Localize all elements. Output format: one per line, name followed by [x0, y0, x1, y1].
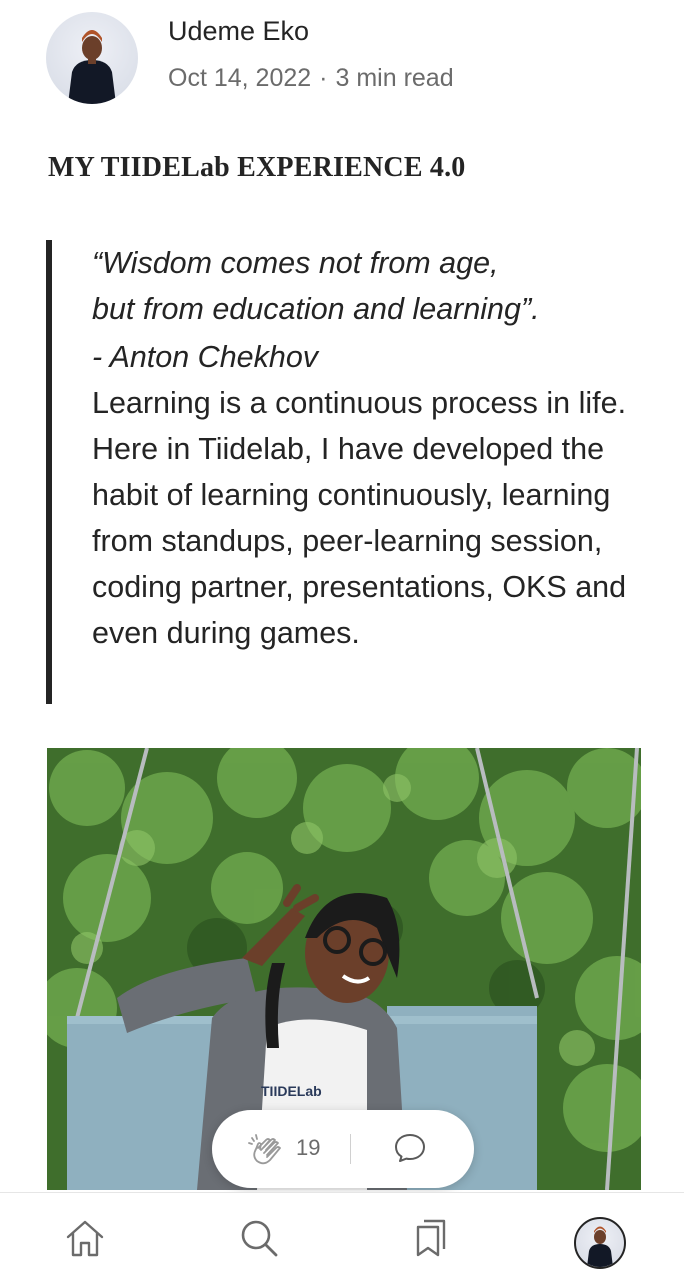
bookmarks-icon[interactable] — [408, 1215, 454, 1261]
clap-icon[interactable] — [246, 1130, 286, 1170]
article-title: MY TIIDELab EXPERIENCE 4.0 — [48, 152, 466, 183]
bottom-nav — [0, 1192, 684, 1281]
quote-line-1: “Wisdom comes not from age, — [92, 246, 499, 280]
search-icon[interactable] — [236, 1215, 282, 1261]
response-divider — [350, 1134, 351, 1164]
author-name[interactable]: Udeme Eko — [168, 16, 309, 47]
post-meta: Oct 14, 2022 · 3 min read — [168, 64, 454, 93]
quote-line-2: but from education and learning”. — [92, 292, 540, 326]
profile-avatar[interactable] — [574, 1217, 626, 1269]
post-date: Oct 14, 2022 — [168, 64, 312, 92]
clap-count: 19 — [296, 1135, 321, 1160]
author-header: Udeme Eko Oct 14, 2022 · 3 min read — [46, 12, 646, 104]
quote-body: Learning is a continuous process in life… — [92, 386, 627, 650]
meta-separator: · — [319, 64, 328, 92]
author-avatar[interactable] — [46, 12, 138, 104]
blockquote: “Wisdom comes not from age, but from edu… — [46, 240, 646, 704]
response-bar: 19 — [212, 1110, 474, 1188]
read-time: 3 min read — [335, 64, 454, 92]
comment-icon[interactable] — [392, 1130, 428, 1166]
quote-author: - Anton Chekhov — [92, 340, 319, 374]
shirt-text: TIIDELab — [261, 1083, 322, 1099]
home-icon[interactable] — [62, 1215, 108, 1261]
